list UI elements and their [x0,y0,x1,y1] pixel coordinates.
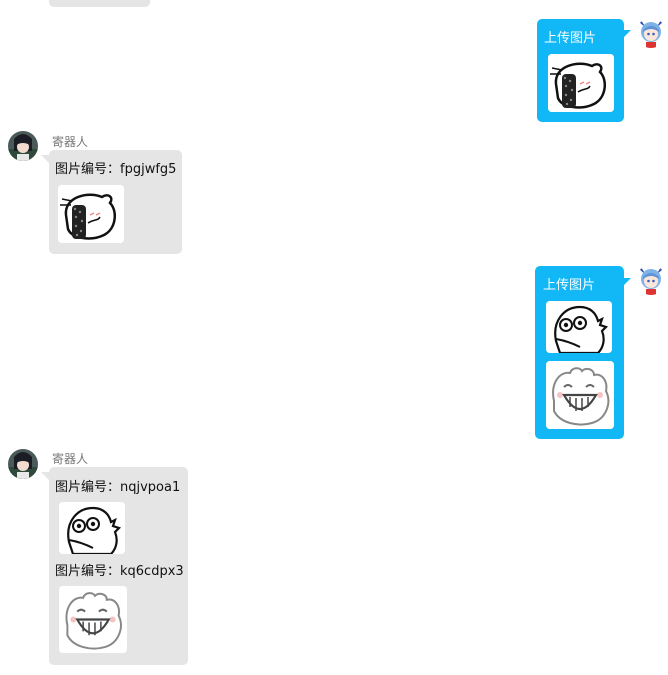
anime-girl-avatar-icon [636,18,666,48]
image-id-text: 图片编号：fpgjwfg5 [55,162,177,177]
image-id-text: 图片编号：kq6cdpx3 [55,564,184,579]
result-image[interactable] [58,185,124,243]
bot-avatar[interactable] [8,449,38,479]
anime-boy-avatar-icon [8,449,38,479]
bot-message-bubble-partial [49,0,150,7]
bubble-tail [41,472,50,481]
sticker-dino-face-icon [59,502,125,554]
image-id-text: 图片编号：nqjvpoa1 [55,480,181,495]
chat-window: 上传图片 寄器人 图片编号：fpgjwfg5 上传图片 寄器人 图片编号：nqj… [0,0,668,675]
sticker-dino-face-icon [546,301,612,353]
sender-name: 寄器人 [52,135,89,149]
user-message-text: 上传图片 [543,278,596,293]
user-avatar[interactable] [636,18,666,48]
user-avatar[interactable] [636,265,666,295]
uploaded-image[interactable] [546,361,614,429]
uploaded-image[interactable] [548,54,614,112]
bot-avatar[interactable] [8,131,38,161]
anime-girl-avatar-icon [636,265,666,295]
result-image[interactable] [59,586,127,653]
sender-name: 寄器人 [52,452,89,466]
user-message-text: 上传图片 [544,31,597,46]
anime-boy-avatar-icon [8,131,38,161]
sticker-grin-face-icon [59,586,127,653]
result-image[interactable] [59,502,125,554]
sticker-face-cover-icon [58,185,124,243]
bubble-tail [622,30,631,39]
bubble-tail [622,278,631,287]
bubble-tail [41,155,50,164]
sticker-face-cover-icon [548,54,614,112]
sticker-grin-face-icon [546,361,614,429]
uploaded-image[interactable] [546,301,612,353]
